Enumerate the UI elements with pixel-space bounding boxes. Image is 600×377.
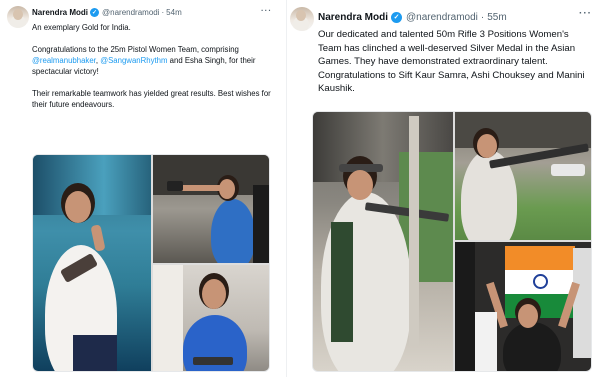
tweet-timestamp[interactable]: 55m — [487, 12, 506, 23]
author-avatar[interactable] — [7, 6, 29, 28]
athlete-figure — [503, 322, 561, 371]
tweet-paragraph: Congratulations to the 25m Pistol Women … — [32, 44, 277, 77]
author-handle[interactable]: @narendramodi — [102, 8, 159, 17]
athlete-figure — [211, 199, 255, 263]
photo-athlete-with-flag[interactable] — [455, 242, 591, 371]
photo-shooter-smiling[interactable] — [153, 265, 269, 371]
mention-link[interactable]: @realmanubhaker — [32, 56, 96, 65]
more-options-icon[interactable]: ··· — [579, 8, 592, 19]
author-handle[interactable]: @narendramodi — [406, 12, 478, 23]
header-separator: · — [480, 11, 485, 23]
text-segment: Congratulations to the 25m Pistol Women … — [32, 45, 239, 54]
tweet-card-gold[interactable]: Narendra Modi ✓ @narendramodi · 54m ··· … — [0, 0, 287, 377]
photo-shooter-aiming[interactable] — [153, 155, 269, 263]
athlete-face — [65, 191, 91, 223]
more-options-icon[interactable]: ··· — [261, 6, 272, 15]
header-separator: · — [161, 7, 165, 17]
verified-badge-icon: ✓ — [90, 7, 100, 17]
tweet-text: Our dedicated and talented 50m Rifle 3 P… — [318, 29, 585, 94]
mention-link[interactable]: @SangwanRhythm — [100, 56, 167, 65]
athlete-face — [477, 134, 497, 158]
photo-rifle-shooter-aiming[interactable] — [455, 112, 591, 240]
athlete-face — [202, 279, 226, 309]
athlete-face — [347, 170, 373, 200]
athlete-face — [518, 304, 538, 328]
verified-badge-icon: ✓ — [391, 11, 403, 23]
tweet-timestamp[interactable]: 54m — [166, 8, 182, 17]
tweet-header: Narendra Modi ✓ @narendramodi · 54m — [32, 7, 182, 17]
tweet-media-grid[interactable] — [312, 111, 592, 372]
author-avatar[interactable] — [290, 7, 314, 31]
tweet-paragraph: Their remarkable teamwork has yielded gr… — [32, 89, 271, 109]
photo-shooter-victory-sign[interactable] — [33, 155, 151, 371]
tweet-media-grid[interactable] — [32, 154, 270, 372]
tweet-text: An exemplary Gold for India. Congratulat… — [32, 22, 277, 121]
tweet-card-silver[interactable]: Narendra Modi ✓ @narendramodi · 55m ··· … — [290, 0, 600, 377]
tweet-header: Narendra Modi ✓ @narendramodi · 55m — [318, 10, 507, 24]
tweet-line: An exemplary Gold for India. — [32, 23, 131, 32]
author-name[interactable]: Narendra Modi — [32, 8, 88, 17]
author-name[interactable]: Narendra Modi — [318, 12, 388, 23]
photo-rifle-shooter-kneeling[interactable] — [313, 112, 453, 371]
